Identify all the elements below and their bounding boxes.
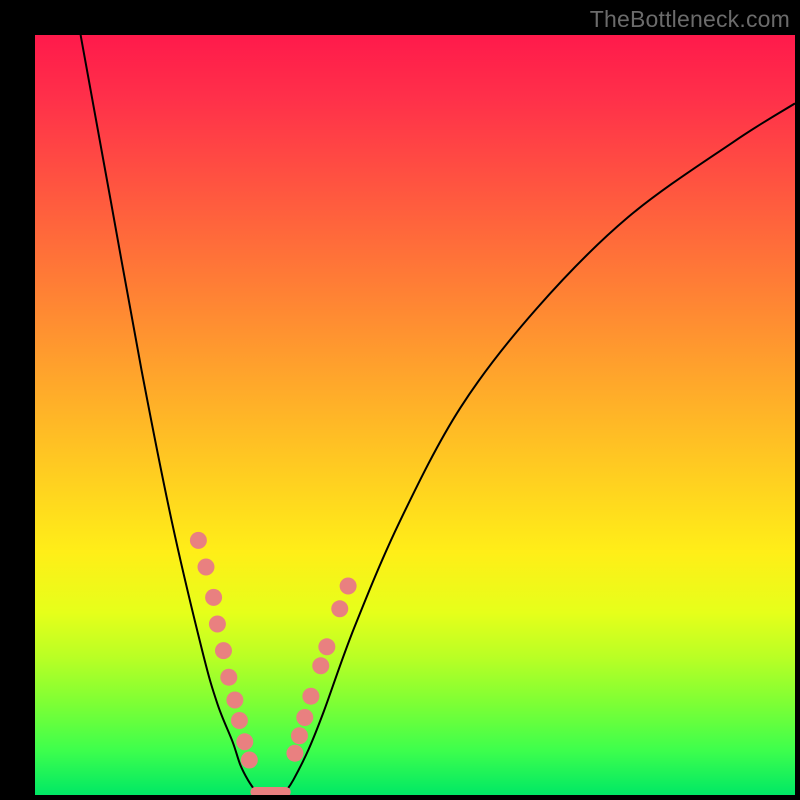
data-point — [331, 600, 348, 617]
data-point — [291, 727, 308, 744]
plot-area — [35, 35, 795, 795]
data-point — [215, 642, 232, 659]
outer-frame: TheBottleneck.com — [0, 0, 800, 800]
chart-svg — [35, 35, 795, 795]
watermark-text: TheBottleneck.com — [590, 6, 790, 33]
data-point — [318, 638, 335, 655]
data-point — [209, 616, 226, 633]
data-point — [190, 532, 207, 549]
data-point — [236, 733, 253, 750]
data-point — [198, 559, 215, 576]
data-point — [205, 589, 222, 606]
data-point — [340, 578, 357, 595]
data-point — [231, 712, 248, 729]
data-point — [220, 669, 237, 686]
data-point — [296, 709, 313, 726]
curve-right — [286, 103, 795, 791]
data-point — [286, 745, 303, 762]
data-point — [241, 752, 258, 769]
data-point — [312, 657, 329, 674]
data-point — [302, 688, 319, 705]
scatter-dots — [190, 532, 357, 769]
data-point — [226, 692, 243, 709]
